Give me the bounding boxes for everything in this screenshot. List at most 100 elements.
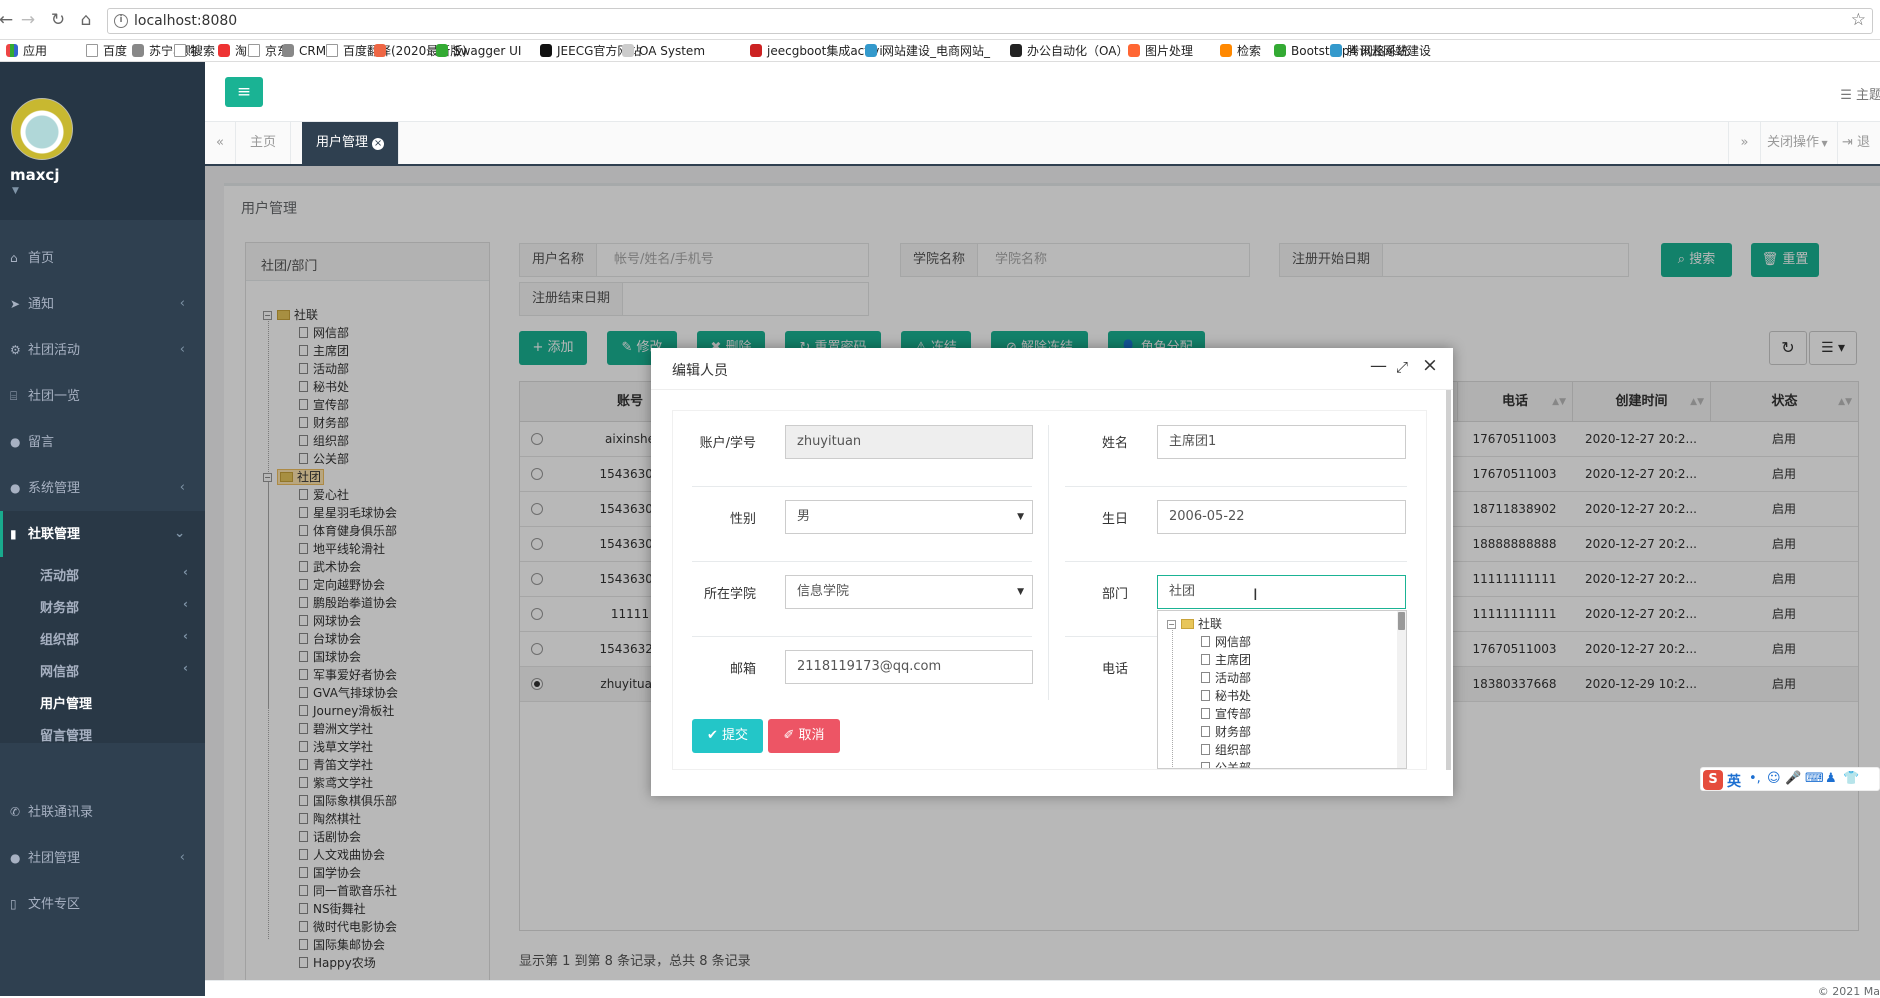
submenu-item-2[interactable]: 财务部 ‹ xyxy=(40,597,188,616)
sidebar-item-6[interactable]: ▮ 社联管理 ⌄ xyxy=(0,511,205,557)
submenu-item-4[interactable]: 网信部 ‹ xyxy=(40,661,188,680)
modal-scrollbar[interactable] xyxy=(1446,390,1451,770)
dropdown-arrow-icon: ▼ xyxy=(1017,512,1024,522)
mic-icon[interactable]: 🎤 xyxy=(1785,771,1801,786)
collapse-icon[interactable]: − xyxy=(1167,620,1176,629)
dd-tree-node[interactable]: 宣传部 xyxy=(1201,705,1251,722)
submenu-item-5[interactable]: 用户管理 xyxy=(40,693,92,712)
bookmark-icon xyxy=(1274,44,1286,57)
sidebar-item-1[interactable]: ➤ 通知 ‹ xyxy=(0,281,205,327)
close-ops-dropdown[interactable]: 关闭操作 ▼ xyxy=(1761,122,1838,164)
bookmark-item[interactable]: 图片处理 xyxy=(1128,41,1193,61)
skin-icon[interactable]: 👕 xyxy=(1843,771,1859,786)
bookmark-item[interactable]: Swagger UI xyxy=(436,41,521,61)
dd-tree-node[interactable]: 组织部 xyxy=(1201,741,1251,758)
bookmark-item[interactable]: 检索 xyxy=(1220,41,1261,61)
sidebar-bottom-item-0[interactable]: ✆ 社联通讯录 xyxy=(0,789,205,835)
tab-label: 用户管理 xyxy=(316,135,369,150)
keyboard-icon[interactable]: ⌨ xyxy=(1805,771,1824,786)
submit-button[interactable]: ✔ 提交 xyxy=(692,719,763,753)
sidebar-item-3[interactable]: ⌸ 社团一览 xyxy=(0,373,205,419)
forward-icon[interactable]: → xyxy=(16,8,40,32)
home-icon[interactable]: ⌂ xyxy=(74,8,98,32)
tree-node-label: 财务部 xyxy=(1215,725,1252,739)
theme-switch[interactable]: ☰ 主题 xyxy=(1840,84,1880,103)
bookmark-item[interactable]: 办公自动化（OA） xyxy=(1010,41,1128,61)
reload-icon[interactable]: ↻ xyxy=(46,8,70,32)
sidebar-item-5[interactable]: ● 系统管理 ‹ xyxy=(0,465,205,511)
dd-tree-node[interactable]: 网信部 xyxy=(1201,633,1251,650)
sidebar-bottom-item-1[interactable]: ● 社团管理 ‹ xyxy=(0,835,205,881)
tree-node-label: 活动部 xyxy=(1215,671,1252,685)
address-bar[interactable]: i localhost:8080 ☆ xyxy=(107,8,1873,34)
email-input[interactable]: 2118119173@qq.com xyxy=(785,650,1033,684)
bookmark-item[interactable]: 腾讯云网站建设 xyxy=(1330,41,1431,61)
menu-toggle-icon[interactable]: ≡ xyxy=(225,77,263,107)
dept-input[interactable]: 社团 xyxy=(1157,575,1406,609)
scrollbar-thumb[interactable] xyxy=(1398,612,1405,630)
minimize-icon[interactable]: — xyxy=(1370,356,1387,376)
bookmark-icon xyxy=(540,44,552,57)
tab-home[interactable]: 主页 xyxy=(236,122,292,164)
browser-toolbar: ← → ↻ ⌂ i localhost:8080 ☆ xyxy=(0,0,1880,40)
ime-lang[interactable]: 英 xyxy=(1727,771,1741,791)
dd-tree-node[interactable]: 公关部 xyxy=(1201,759,1251,768)
bookmark-label: 办公自动化（OA） xyxy=(1027,44,1129,58)
tab-user-management[interactable]: 用户管理 × xyxy=(302,122,400,164)
dd-tree-node[interactable]: 财务部 xyxy=(1201,723,1251,740)
info-icon[interactable]: i xyxy=(114,14,128,28)
sidebar-bottom-item-2[interactable]: ▯ 文件专区 xyxy=(0,881,205,927)
maximize-icon[interactable]: ⤢ xyxy=(1396,358,1408,376)
submenu-item-6[interactable]: 留言管理 xyxy=(40,725,92,744)
tab-close-icon[interactable]: × xyxy=(372,138,385,150)
dd-tree-node[interactable]: 秘书处 xyxy=(1201,687,1251,704)
bookmark-star-icon[interactable]: ☆ xyxy=(1851,10,1866,30)
dd-root-sheliang[interactable]: − 社联 xyxy=(1167,615,1222,632)
sidebar-item-label: 社团一览 xyxy=(28,389,81,404)
gender-value: 男 xyxy=(797,509,811,524)
college-select[interactable]: 信息学院 ▼ xyxy=(785,575,1033,609)
document-icon xyxy=(1201,726,1210,737)
bookmark-label: 网站建设_电商网站_ xyxy=(882,44,991,58)
bookmark-item[interactable]: jeecgboot集成activi xyxy=(750,41,883,61)
user-icon[interactable]: ♟ xyxy=(1825,771,1837,786)
submit-label: 提交 xyxy=(722,728,749,743)
submenu-item-1[interactable]: 活动部 ‹ xyxy=(40,565,188,584)
text-cursor-icon: I xyxy=(1253,585,1258,604)
phone-icon: ✆ xyxy=(10,805,21,819)
caret-down-icon[interactable]: ▼ xyxy=(12,186,19,196)
close-icon[interactable]: × xyxy=(1422,354,1438,376)
submenu-item-label: 网信部 xyxy=(40,665,80,680)
cancel-button[interactable]: ✐ 取消 xyxy=(768,719,840,753)
tree-node-label: 主席团 xyxy=(1215,653,1252,667)
username[interactable]: maxcj xyxy=(10,166,59,184)
tab-scroll-left-icon[interactable]: « xyxy=(205,122,236,164)
sidebar-item-2[interactable]: ⚙ 社团活动 ‹ xyxy=(0,327,205,373)
bookmark-item[interactable]: 网站建设_电商网站_ xyxy=(865,41,990,61)
dropdown-arrow-icon: ▼ xyxy=(1017,587,1024,597)
bookmark-item[interactable]: 百度 xyxy=(86,41,127,61)
dd-tree-node[interactable]: 主席团 xyxy=(1201,651,1251,668)
tab-scroll-right-icon[interactable]: » xyxy=(1728,122,1761,164)
emoji-icon[interactable]: ☺ xyxy=(1767,771,1781,786)
cancel-label: 取消 xyxy=(798,728,825,743)
bookmark-item[interactable]: CRM xyxy=(282,41,326,61)
bookmark-item[interactable]: OA System xyxy=(622,41,705,61)
name-input[interactable]: 主席团1 xyxy=(1157,425,1406,459)
gender-select[interactable]: 男 ▼ xyxy=(785,500,1033,534)
punctuation-icon[interactable]: •, xyxy=(1749,771,1761,786)
sogou-icon[interactable]: S xyxy=(1703,770,1723,790)
document-icon xyxy=(1201,762,1210,768)
chevron-down-icon: ⌄ xyxy=(174,526,185,541)
dd-tree-node[interactable]: 活动部 xyxy=(1201,669,1251,686)
bookmark-item[interactable]: 应用 xyxy=(6,41,47,61)
bookmark-item[interactable]: 搜索 xyxy=(174,41,215,61)
logout-button[interactable]: ⇥ 退 xyxy=(1838,122,1880,164)
avatar[interactable] xyxy=(11,98,73,160)
submenu-item-3[interactable]: 组织部 ‹ xyxy=(40,629,188,648)
sidebar-item-0[interactable]: ⌂ 首页 xyxy=(0,235,205,281)
dropdown-scrollbar[interactable] xyxy=(1397,611,1406,768)
college-label: 所在学院 xyxy=(703,587,756,602)
birthday-input[interactable]: 2006-05-22 xyxy=(1157,500,1406,534)
sidebar-item-4[interactable]: ● 留言 xyxy=(0,419,205,465)
